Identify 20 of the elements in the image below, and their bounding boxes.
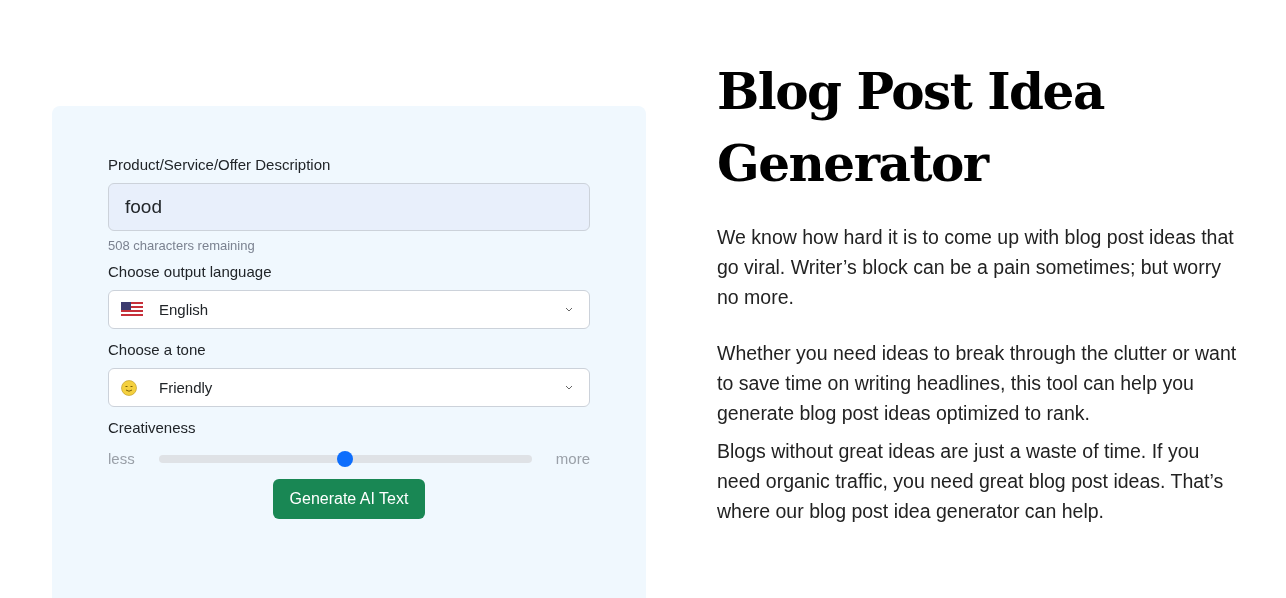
slider-thumb[interactable]	[337, 450, 354, 467]
field-label: Product/Service/Offer Description	[108, 156, 332, 173]
paragraph: We know how hard it is to come up with blog post ideas that go viral. Writer’s block can be a pain sometimes; but worry no more.	[717, 225, 1235, 310]
smiley-icon	[121, 379, 137, 396]
field-label: Choose output language	[108, 263, 273, 280]
language-select[interactable]: English	[108, 290, 590, 329]
generate-button[interactable]: Generate AI Text	[272, 479, 426, 519]
paragraph: Whether you need ideas to break through the clutter or want to save time on writing headlines, this tool can help you generate blog post ideas optimized to rank.	[717, 341, 1238, 426]
slider-max-label: more	[555, 450, 590, 467]
chevron-down-icon	[565, 385, 573, 390]
page-title: Blog Post Idea Generator	[717, 61, 1106, 195]
field-label: Creativeness	[108, 419, 197, 436]
chevron-down-icon	[565, 307, 573, 312]
slider-min-label: less	[108, 450, 135, 467]
paragraph: Blogs without great ideas are just a waste of time. If you need organic traffic, you need great blog post ideas. That’s where our blog post idea generator can help.	[717, 439, 1225, 524]
flag-icon	[121, 302, 143, 317]
character-counter: 508 characters remaining	[108, 238, 256, 253]
field-label: Choose a tone	[108, 341, 207, 358]
description-field[interactable]: food	[108, 183, 590, 231]
tone-select[interactable]: Friendly	[108, 368, 590, 407]
